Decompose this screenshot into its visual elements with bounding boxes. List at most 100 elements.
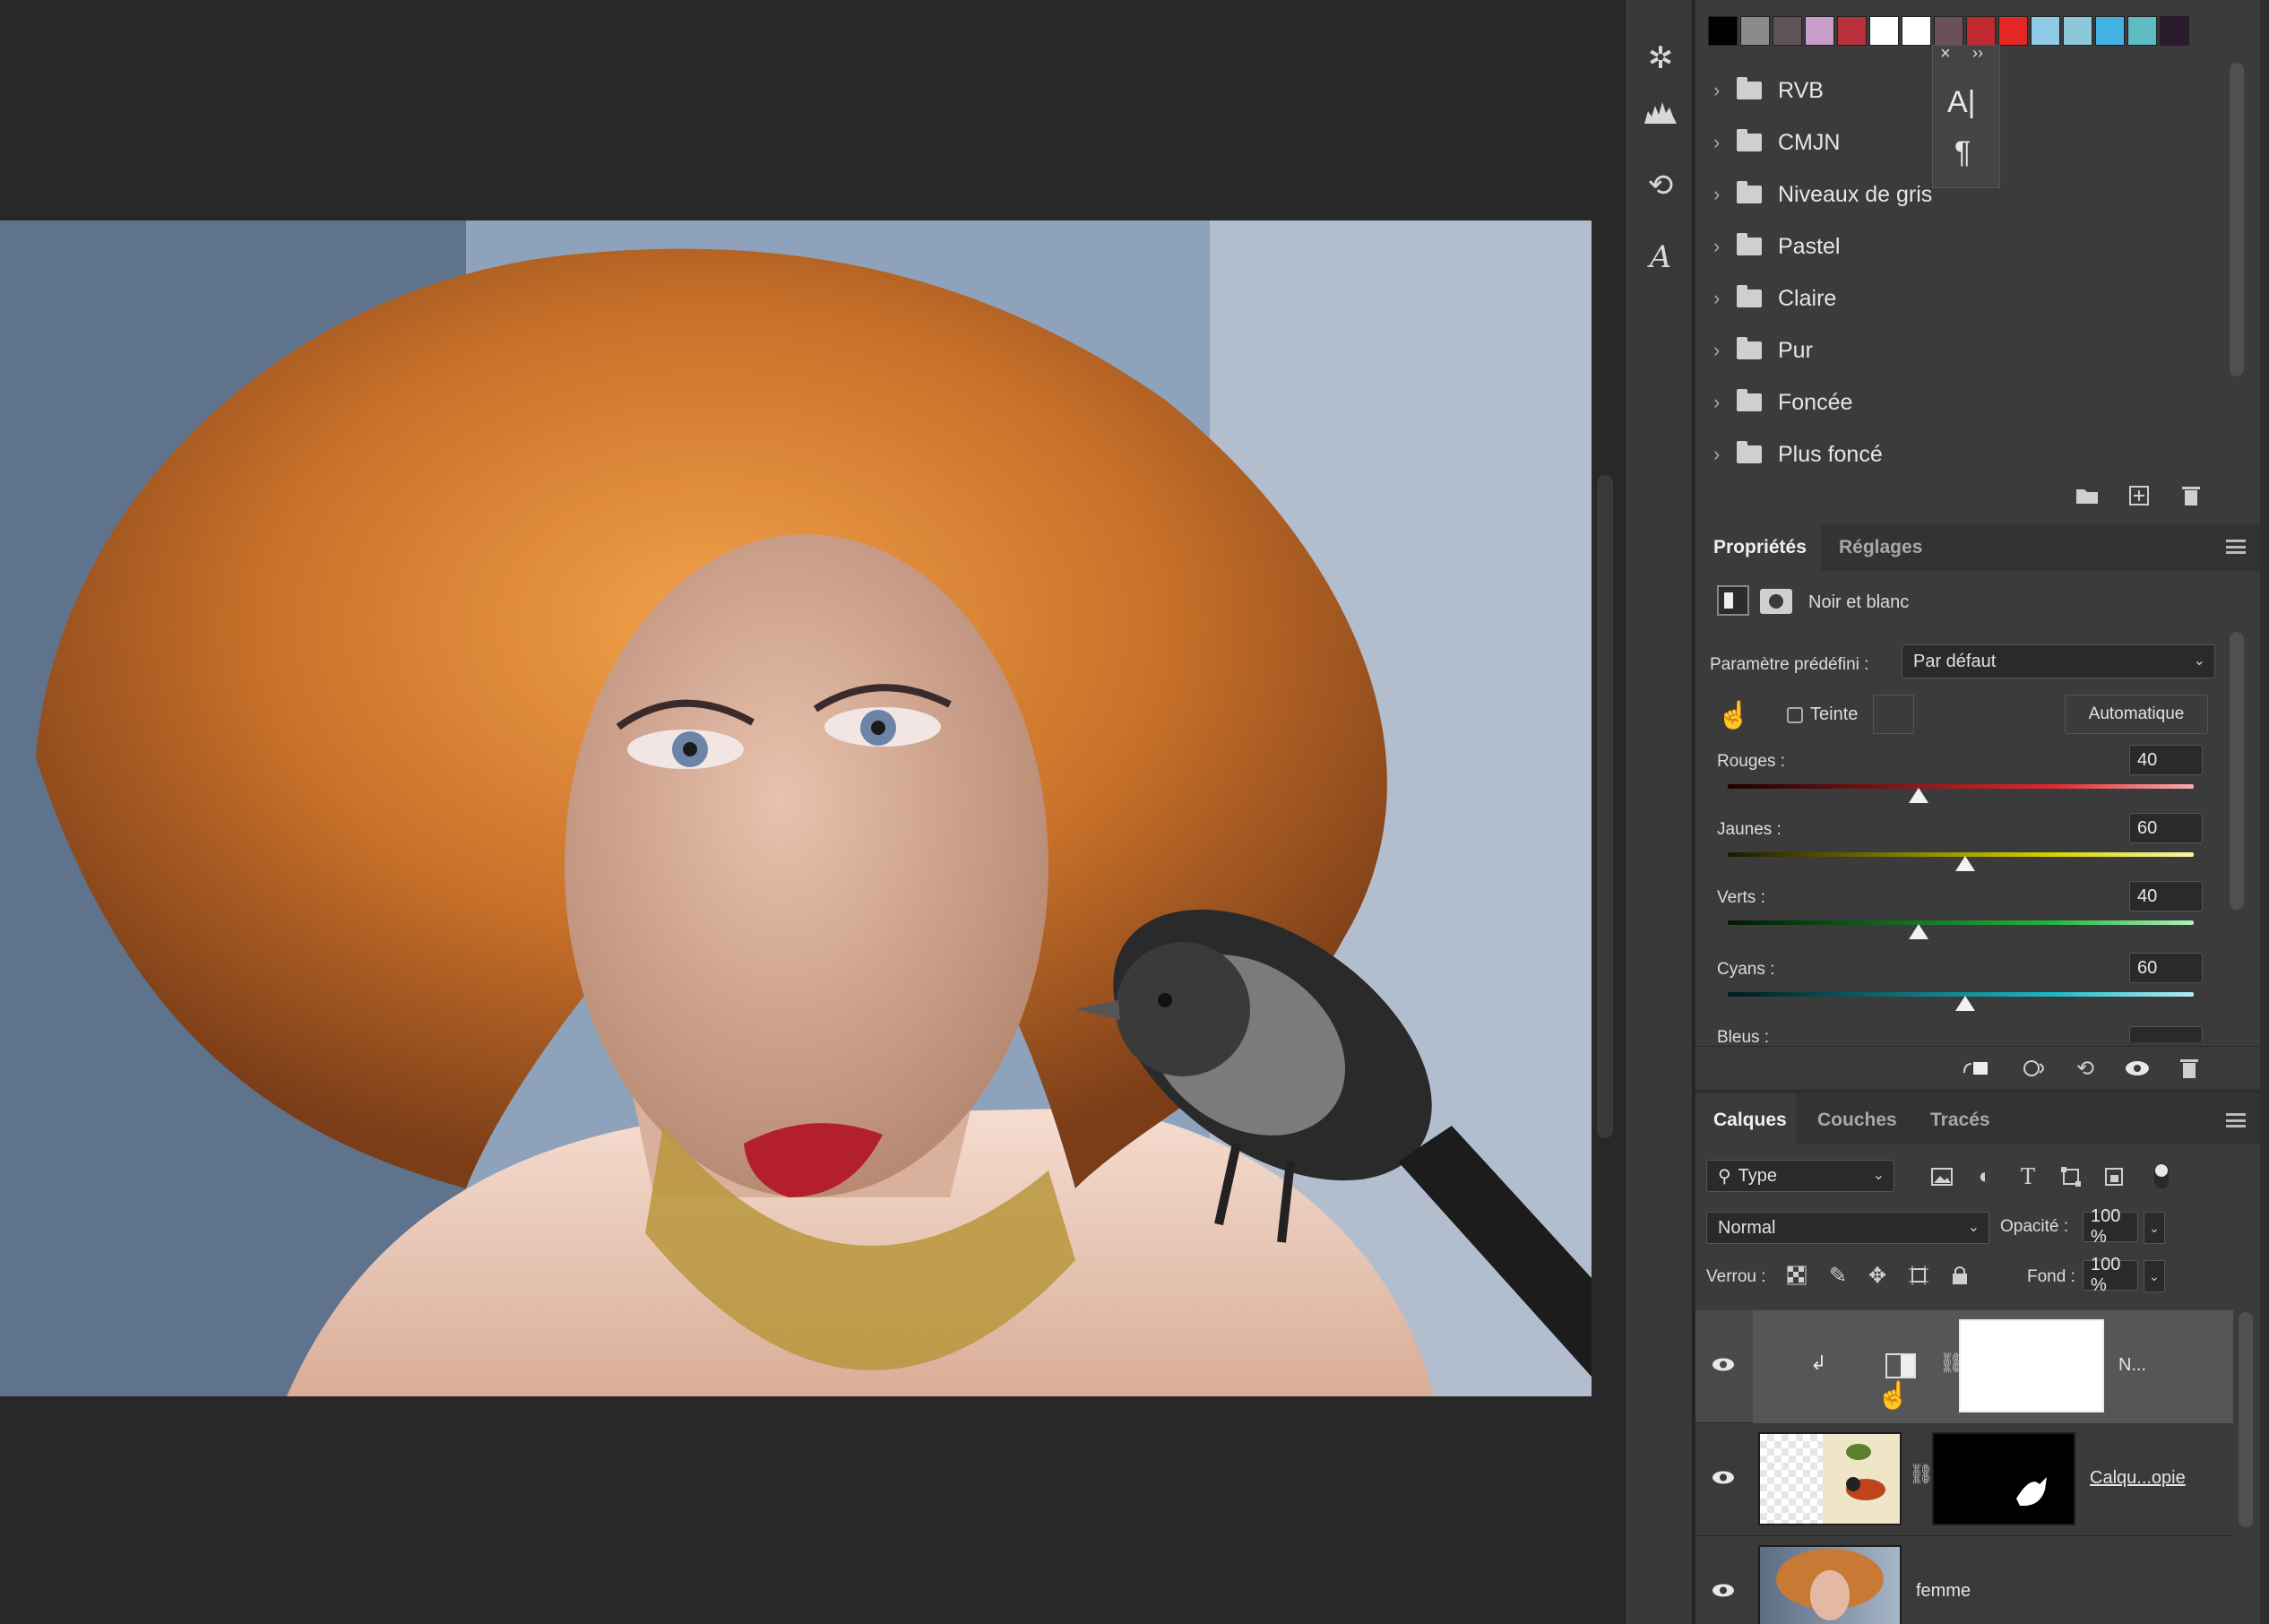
histogram-icon[interactable] <box>1638 90 1683 134</box>
lock-image-pixels-icon[interactable]: ✎ <box>1823 1260 1853 1291</box>
document-canvas-area[interactable] <box>0 0 1613 1624</box>
mask-icon[interactable] <box>1760 589 1792 614</box>
color-swatch[interactable] <box>1805 16 1834 46</box>
reds-slider-thumb[interactable] <box>1909 788 1929 803</box>
new-group-folder-icon[interactable] <box>2072 480 2102 511</box>
layer-row[interactable]: ↲ ⛓ N... ☝ <box>1695 1310 2233 1423</box>
swatch-folder-pastel[interactable]: › Pastel <box>1713 224 2197 269</box>
layer-mask-thumbnail[interactable] <box>1932 1432 2075 1525</box>
reds-slider-track[interactable] <box>1728 784 2194 789</box>
tab-properties[interactable]: Propriétés <box>1713 537 1807 558</box>
color-swatch[interactable] <box>1902 16 1931 46</box>
tab-channels[interactable]: Couches <box>1817 1110 1897 1131</box>
color-swatch[interactable] <box>1837 16 1867 46</box>
filter-toggle-switch[interactable] <box>2154 1163 2169 1188</box>
tint-checkbox[interactable] <box>1787 707 1803 723</box>
tint-color-swatch[interactable] <box>1873 695 1914 734</box>
layer-row[interactable]: femme <box>1695 1536 2233 1624</box>
filter-shape-layers-icon[interactable] <box>2056 1162 2086 1192</box>
folder-icon <box>1737 181 1762 203</box>
color-swatch[interactable] <box>1869 16 1899 46</box>
history-icon[interactable]: ⟲ <box>1638 163 1683 208</box>
cyans-slider-thumb[interactable] <box>1955 996 1976 1011</box>
reds-value-field[interactable]: 40 <box>2129 745 2203 775</box>
yellows-slider-thumb[interactable] <box>1955 856 1976 871</box>
layer-filter-dropdown[interactable]: ⚲ Type ⌄ <box>1706 1160 1894 1192</box>
layer-thumbnail[interactable] <box>1758 1432 1902 1525</box>
layers-panel-menu-icon[interactable] <box>2226 1113 2246 1127</box>
tab-paths[interactable]: Tracés <box>1930 1110 1990 1131</box>
opacity-chevron-icon[interactable]: ⌄ <box>2144 1212 2165 1244</box>
preset-dropdown[interactable]: Par défaut ⌄ <box>1902 644 2215 678</box>
canvas-scrollbar[interactable] <box>1597 475 1613 1138</box>
lock-transparent-pixels-icon[interactable] <box>1782 1260 1812 1291</box>
character-panel-icon[interactable]: A| <box>1947 85 1976 120</box>
navigator-icon[interactable]: ✲ <box>1638 36 1683 81</box>
layer-name[interactable]: femme <box>1916 1581 1971 1602</box>
layer-visibility-eye-icon[interactable] <box>1712 1470 1735 1489</box>
filter-adjustment-layers-icon[interactable]: ◐ <box>1970 1162 2000 1192</box>
properties-scrollbar[interactable] <box>2230 632 2244 910</box>
view-previous-state-icon[interactable] <box>2020 1053 2050 1084</box>
layer-mask-thumbnail[interactable] <box>1959 1319 2104 1412</box>
close-icon[interactable]: × <box>1940 44 1951 65</box>
swatches-scrollbar[interactable] <box>2230 63 2244 376</box>
auto-button[interactable]: Automatique <box>2065 695 2208 734</box>
character-icon[interactable]: A <box>1638 235 1683 280</box>
color-swatch[interactable] <box>2127 16 2157 46</box>
delete-adjustment-icon[interactable] <box>2174 1053 2204 1084</box>
expand-icon[interactable]: ›› <box>1972 44 1983 63</box>
layer-name[interactable]: N... <box>2118 1355 2146 1376</box>
filter-pixel-layers-icon[interactable] <box>1927 1162 1957 1192</box>
filter-smart-objects-icon[interactable] <box>2099 1162 2129 1192</box>
blend-mode-dropdown[interactable]: Normal ⌄ <box>1706 1212 1989 1244</box>
layer-thumbnail[interactable] <box>1758 1545 1902 1624</box>
delete-swatch-icon[interactable] <box>2176 480 2206 511</box>
layer-visibility-eye-icon[interactable] <box>1712 1583 1735 1602</box>
panel-menu-icon[interactable] <box>2226 540 2246 554</box>
color-swatch[interactable] <box>1966 16 1996 46</box>
cyans-value-field[interactable]: 60 <box>2129 953 2203 983</box>
layer-row[interactable]: ⛓ Calqu...opie <box>1695 1423 2233 1536</box>
color-swatch[interactable] <box>1740 16 1770 46</box>
tab-layers[interactable]: Calques <box>1713 1110 1787 1131</box>
new-swatch-icon[interactable] <box>2124 480 2154 511</box>
color-swatch[interactable] <box>1708 16 1738 46</box>
opacity-label: Opacité : <box>2000 1217 2069 1236</box>
color-swatch[interactable] <box>2095 16 2125 46</box>
lock-all-icon[interactable] <box>1945 1260 1975 1291</box>
greens-value-field[interactable]: 40 <box>2129 881 2203 911</box>
reset-adjustment-icon[interactable]: ⟲ <box>2070 1053 2101 1084</box>
toggle-visibility-icon[interactable] <box>2122 1053 2153 1084</box>
opacity-field[interactable]: 100 % <box>2083 1206 2138 1247</box>
adjustment-layer-icon[interactable] <box>1717 585 1749 616</box>
greens-slider-track[interactable] <box>1728 920 2194 925</box>
layer-visibility-eye-icon[interactable] <box>1712 1357 1735 1376</box>
tab-adjustments[interactable]: Réglages <box>1839 537 1922 558</box>
layer-name[interactable]: Calqu...opie <box>2090 1468 2186 1489</box>
fill-field[interactable]: 100 % <box>2083 1255 2138 1295</box>
color-swatch[interactable] <box>2031 16 2060 46</box>
swatch-folder-pur[interactable]: › Pur <box>1713 328 2197 373</box>
swatch-folder-foncee[interactable]: › Foncée <box>1713 380 2197 425</box>
fill-chevron-icon[interactable]: ⌄ <box>2144 1260 2165 1292</box>
color-swatch[interactable] <box>1773 16 1802 46</box>
layers-scrollbar[interactable] <box>2239 1312 2253 1527</box>
document-image[interactable] <box>0 220 1592 1396</box>
color-swatch[interactable] <box>2160 16 2189 46</box>
color-swatch[interactable] <box>2063 16 2092 46</box>
clip-to-layer-icon[interactable] <box>1961 1053 1991 1084</box>
paragraph-panel-icon[interactable]: ¶ <box>1954 135 1971 170</box>
filter-type-layers-icon[interactable]: T <box>2013 1162 2043 1192</box>
color-swatch[interactable] <box>1934 16 1963 46</box>
greens-slider-thumb[interactable] <box>1909 924 1929 939</box>
blues-value-field[interactable] <box>2129 1026 2203 1042</box>
targeted-adjustment-hand-icon[interactable]: ☝ <box>1717 700 1750 730</box>
swatch-folder-plus-fonce[interactable]: › Plus foncé <box>1713 432 2197 477</box>
lock-position-icon[interactable]: ✥ <box>1862 1260 1893 1291</box>
color-swatch[interactable] <box>1998 16 2028 46</box>
swatch-folder-claire[interactable]: › Claire <box>1713 276 2197 321</box>
link-chain-icon[interactable]: ⛓ <box>1909 1463 1934 1486</box>
yellows-value-field[interactable]: 60 <box>2129 813 2203 843</box>
lock-artboard-icon[interactable] <box>1903 1260 1934 1291</box>
